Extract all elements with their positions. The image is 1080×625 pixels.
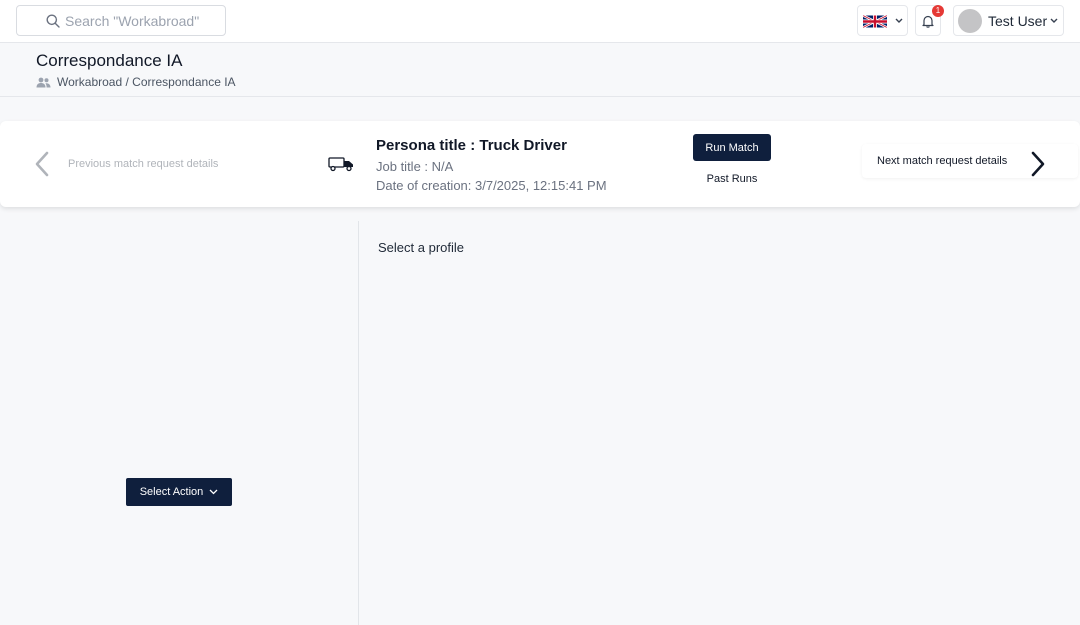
breadcrumb: Workabroad / Correspondance IA: [36, 75, 236, 89]
search-icon: [46, 14, 60, 28]
uk-flag-icon: [863, 15, 887, 28]
user-menu[interactable]: Test User: [953, 5, 1064, 36]
chevron-down-icon: [895, 18, 903, 23]
persona-title: Persona title : Truck Driver: [376, 137, 567, 154]
bell-icon: [922, 15, 934, 28]
user-name: Test User: [988, 13, 1048, 29]
select-profile-message: Select a profile: [378, 240, 464, 255]
match-request-card: Previous match request details Persona t…: [0, 121, 1080, 207]
left-panel: Select Action: [0, 221, 359, 625]
select-action-label: Select Action: [139, 486, 204, 498]
notification-count-badge: 1: [932, 5, 944, 17]
next-match-request-button[interactable]: Next match request details: [862, 144, 1078, 178]
avatar: [958, 9, 982, 33]
top-bar: 1 Test User: [0, 0, 1080, 43]
chevron-down-icon: [1050, 18, 1058, 23]
job-title: Job title : N/A: [376, 159, 454, 174]
past-runs-link[interactable]: Past Runs: [693, 173, 771, 185]
header-divider: [0, 96, 1080, 97]
chevron-right-icon: [1031, 151, 1045, 177]
breadcrumb-path[interactable]: Workabroad / Correspondance IA: [57, 75, 236, 89]
language-selector[interactable]: [857, 5, 908, 36]
chevron-down-icon: [209, 489, 218, 495]
users-icon: [36, 77, 51, 87]
chevron-left-icon: [35, 151, 49, 177]
notifications-button[interactable]: 1: [915, 5, 944, 36]
truck-icon: [328, 157, 353, 172]
run-match-button[interactable]: Run Match: [693, 134, 771, 161]
previous-match-request-label: Previous match request details: [68, 158, 219, 170]
previous-match-request-button[interactable]: Previous match request details: [34, 151, 218, 177]
select-action-button[interactable]: Select Action: [126, 478, 232, 506]
search-input[interactable]: [65, 12, 215, 29]
page-title: Correspondance IA: [36, 51, 183, 70]
next-match-request-label: Next match request details: [877, 155, 1008, 167]
search-box[interactable]: [16, 5, 226, 36]
date-of-creation: Date of creation: 3/7/2025, 12:15:41 PM: [376, 178, 607, 193]
